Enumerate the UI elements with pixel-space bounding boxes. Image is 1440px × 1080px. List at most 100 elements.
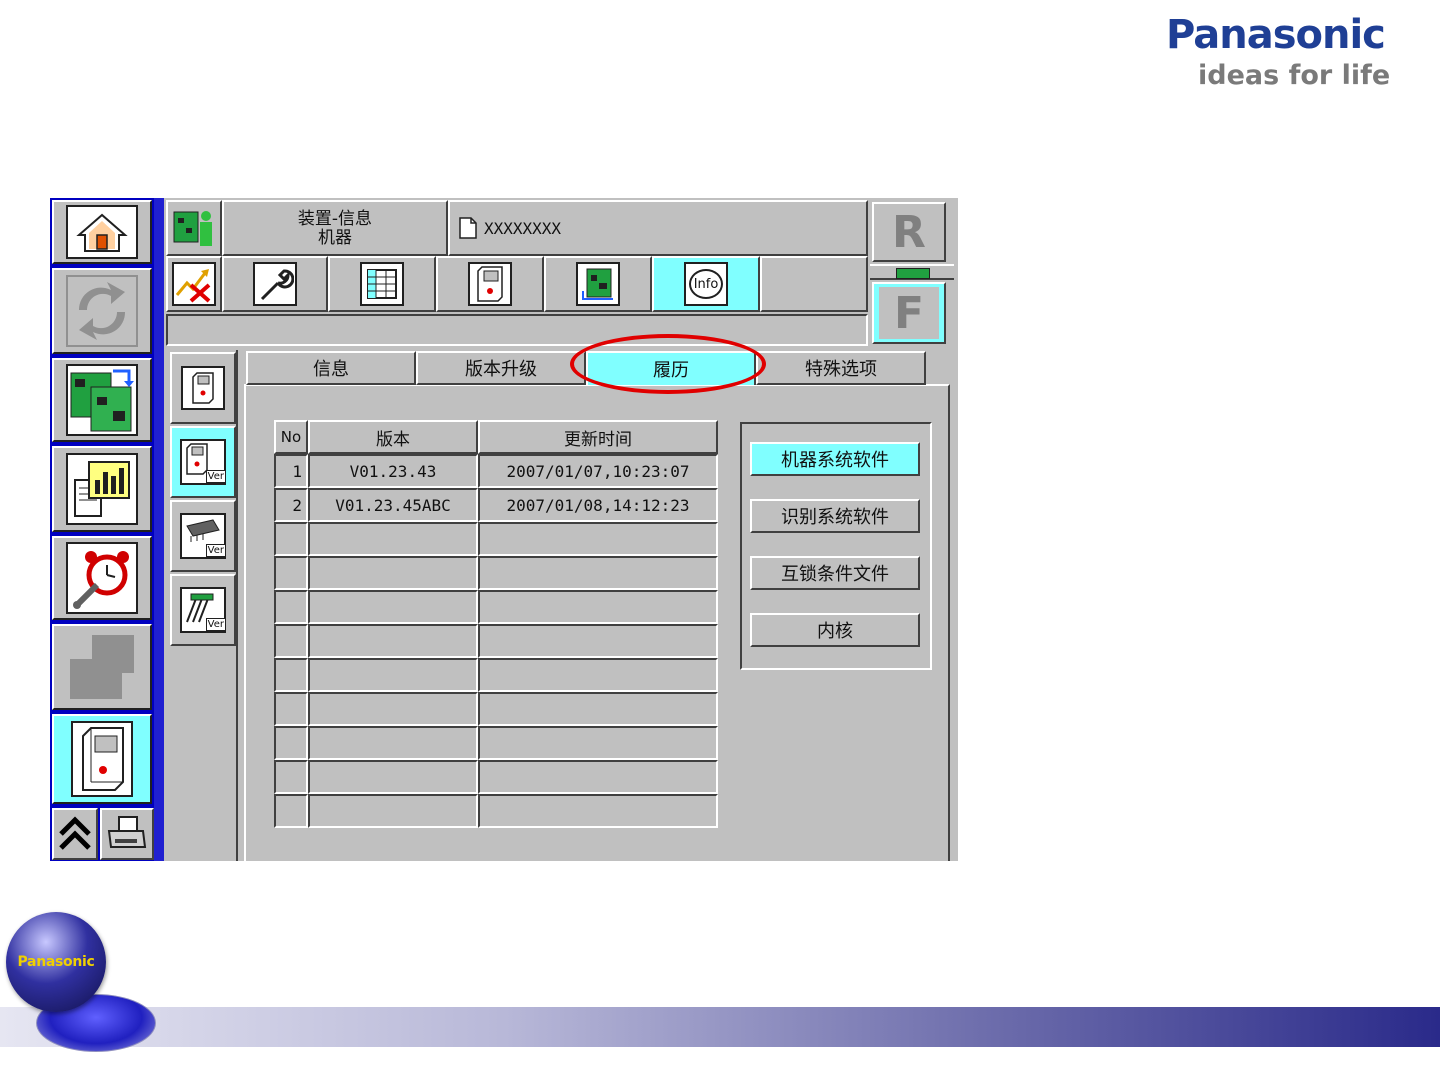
screen-title-line1: 装置-信息 — [297, 209, 373, 229]
document-icon — [459, 217, 477, 239]
interlock-condition-file-button[interactable]: 互锁条件文件 — [750, 556, 920, 590]
table-row-10-version — [308, 760, 478, 794]
trend-error-icon — [172, 262, 216, 306]
machine-small-icon — [181, 366, 225, 410]
table-row-10-time — [478, 760, 718, 794]
tool-board-button[interactable] — [544, 256, 652, 312]
table-row-7-time — [478, 658, 718, 692]
feeder-version-icon: Ver — [180, 587, 226, 633]
table-row-6-no — [274, 624, 308, 658]
print-button[interactable] — [100, 808, 154, 860]
table-row-7-no — [274, 658, 308, 692]
machine-icon — [71, 721, 133, 797]
sub-version-history-button[interactable]: Ver — [170, 426, 236, 498]
front-button[interactable]: F — [872, 282, 946, 344]
alarm-clock-wrench-icon — [66, 542, 138, 614]
disabled-nav-button[interactable] — [52, 624, 152, 710]
sub-feeder-version-button[interactable]: Ver — [170, 574, 236, 646]
rotation-icon — [66, 275, 138, 347]
tab-history[interactable]: 履历 — [586, 351, 756, 385]
table-row-1-no: 1 — [274, 454, 308, 488]
wrench-icon — [253, 262, 297, 306]
table-row-1-version[interactable]: V01.23.43 — [308, 454, 478, 488]
table-row-3-no — [274, 522, 308, 556]
ver-badge-chip: Ver — [205, 544, 226, 557]
table-row-9-version — [308, 726, 478, 760]
table-row-4-time — [478, 556, 718, 590]
tab-special-options[interactable]: 特殊选项 — [756, 351, 926, 385]
table-row-4-no — [274, 556, 308, 590]
scroll-up-button[interactable] — [52, 808, 98, 860]
table-row-2-version[interactable]: V01.23.45ABC — [308, 488, 478, 522]
board-machine-icon — [576, 262, 620, 306]
kernel-button[interactable]: 内核 — [750, 613, 920, 647]
tool-info-button[interactable]: Info — [652, 256, 760, 312]
table-header-update-time: 更新时间 — [478, 420, 718, 454]
tool-grid-button[interactable] — [328, 256, 436, 312]
maintenance-button[interactable] — [52, 536, 152, 620]
table-row-3-time — [478, 522, 718, 556]
table-row-9-no — [274, 726, 308, 760]
table-header-version: 版本 — [308, 420, 478, 454]
screen-title-box: 装置-信息 机器 — [222, 200, 448, 256]
ver-badge: Ver — [205, 470, 226, 483]
table-row-5-no — [274, 590, 308, 624]
file-name-box: XXXXXXXX — [448, 200, 868, 256]
operator-board-icon — [173, 211, 212, 246]
table-row-8-version — [308, 692, 478, 726]
sub-chip-version-button[interactable]: Ver — [170, 500, 236, 572]
blocks-icon — [66, 631, 138, 703]
table-row-11-version — [308, 794, 478, 828]
printer-icon — [107, 816, 147, 848]
table-row-3-version — [308, 522, 478, 556]
production-button[interactable] — [52, 268, 152, 354]
tab-info[interactable]: 信息 — [246, 351, 416, 385]
chart-report-icon — [66, 453, 138, 525]
footer-gradient-bar — [0, 1007, 1440, 1047]
machine-version-icon: Ver — [180, 439, 226, 485]
table-row-11-time — [478, 794, 718, 828]
rf-separator — [870, 264, 954, 280]
ver-badge-feeder: Ver — [205, 618, 226, 631]
double-chevron-up-icon — [59, 816, 91, 850]
table-header-no: No — [274, 420, 308, 454]
table-row-10-no — [274, 760, 308, 794]
table-row-5-time — [478, 590, 718, 624]
data-transfer-button[interactable] — [52, 358, 152, 442]
front-letter: F — [893, 287, 925, 339]
table-row-2-time: 2007/01/08,14:12:23 — [478, 488, 718, 522]
slogan: ideas for life — [1198, 60, 1391, 91]
table-row-6-time — [478, 624, 718, 658]
machine-system-software-button[interactable]: 机器系统软件 — [750, 442, 920, 476]
screen-title-line2: 机器 — [318, 228, 352, 248]
chip-version-icon: Ver — [180, 513, 226, 559]
recognition-system-software-button[interactable]: 识别系统软件 — [750, 499, 920, 533]
rear-letter: R — [892, 206, 926, 258]
table-row-8-time — [478, 692, 718, 726]
home-button[interactable] — [52, 200, 152, 264]
report-button[interactable] — [52, 446, 152, 532]
machine-info-button[interactable] — [52, 714, 152, 804]
status-icon-cell[interactable] — [166, 256, 222, 312]
tool-machine-button[interactable] — [436, 256, 544, 312]
orb-logo-text: Panasonic — [17, 954, 95, 970]
tab-version-upgrade[interactable]: 版本升级 — [416, 351, 586, 385]
header-icon-cell — [166, 200, 222, 256]
table-row-4-version — [308, 556, 478, 590]
table-row-1-time: 2007/01/07,10:23:07 — [478, 454, 718, 488]
table-row-5-version — [308, 590, 478, 624]
sub-machine-button[interactable] — [170, 352, 236, 424]
file-name: XXXXXXXX — [484, 218, 562, 238]
status-line — [166, 314, 868, 346]
tool-empty-slot — [760, 256, 868, 312]
history-table: No 版本 更新时间 1 V01.23.43 2007/01/07,10:23:… — [274, 420, 718, 830]
table-row-2-no: 2 — [274, 488, 308, 522]
spreadsheet-icon — [360, 262, 404, 306]
tool-wrench-button[interactable] — [222, 256, 328, 312]
rear-button[interactable]: R — [872, 202, 946, 262]
circuit-board-icon — [66, 364, 138, 436]
table-row-7-version — [308, 658, 478, 692]
table-row-8-no — [274, 692, 308, 726]
board-mini-icon — [896, 268, 930, 279]
home-icon — [66, 205, 138, 259]
